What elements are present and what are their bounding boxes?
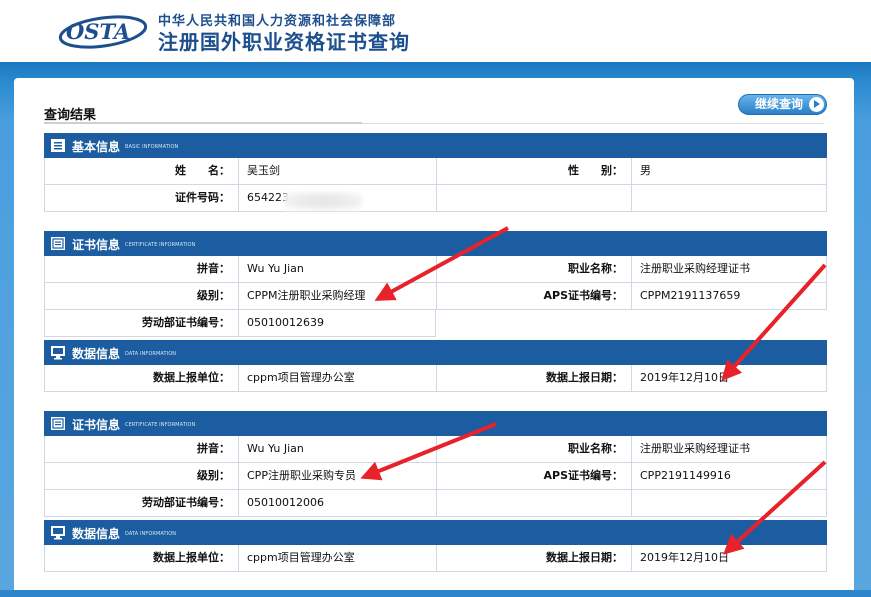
aps-value: CPP2191149916	[631, 463, 826, 489]
job-value: 注册职业采购经理证书	[631, 436, 826, 462]
certificate-info-header: 证书信息 CERTIFICATE INFORMATION	[44, 411, 827, 436]
level-value: CPP注册职业采购专员	[238, 463, 436, 489]
cert2-row-level: 级别： CPP注册职业采购专员 APS证书编号： CPP2191149916	[44, 463, 827, 490]
name-label: 姓 名：	[175, 164, 230, 177]
pinyin-value: Wu Yu Jian	[238, 436, 436, 462]
gender-value: 男	[631, 158, 826, 184]
date-value: 2019年12月10日	[631, 545, 826, 571]
empty-cell	[436, 185, 631, 211]
cert2-row-pinyin: 拼音： Wu Yu Jian 职业名称： 注册职业采购经理证书	[44, 436, 827, 463]
cert1-row-data: 数据上报单位： cppm项目管理办公室 数据上报日期： 2019年12月10日	[44, 365, 827, 392]
continue-query-button[interactable]: 继续查询	[738, 94, 827, 115]
job-value: 注册职业采购经理证书	[631, 256, 826, 282]
section-title: 数据信息	[72, 347, 121, 361]
document-icon	[51, 139, 65, 152]
divider-accent	[44, 122, 362, 124]
section-title: 证书信息	[72, 418, 121, 432]
site-title: 注册国外职业资格证书查询	[158, 30, 410, 54]
name-value: 吴玉剑	[238, 158, 436, 184]
labor-label: 劳动部证书编号：	[142, 496, 230, 509]
bottom-bar	[0, 590, 871, 597]
unit-value: cppm项目管理办公室	[238, 365, 436, 391]
cert1-row-pinyin: 拼音： Wu Yu Jian 职业名称： 注册职业采购经理证书	[44, 256, 827, 283]
basic-row-name: 姓 名： 吴玉剑 性 别： 男	[44, 158, 827, 185]
aps-label: APS证书编号：	[436, 463, 631, 489]
result-title: 查询结果	[44, 108, 97, 123]
empty-cell	[436, 490, 631, 516]
data-info-header: 数据信息 DATA INFORMATION	[44, 340, 827, 365]
empty-cell	[631, 490, 826, 516]
level-label: 级别：	[197, 289, 230, 302]
date-label: 数据上报日期：	[436, 545, 631, 571]
cert2-row-labor: 劳动部证书编号： 05010012006	[44, 490, 827, 517]
section-title-en: BASIC INFORMATION	[125, 144, 179, 150]
cert2-row-data: 数据上报单位： cppm项目管理办公室 数据上报日期： 2019年12月10日	[44, 545, 827, 572]
basic-row-id: 证件号码： 654223	[44, 185, 827, 212]
pinyin-label: 拼音：	[197, 442, 230, 455]
job-label: 职业名称：	[436, 436, 631, 462]
section-title-en: CERTIFICATE INFORMATION	[125, 422, 196, 428]
data-info-header: 数据信息 DATA INFORMATION	[44, 520, 827, 545]
section-title: 数据信息	[72, 527, 121, 541]
level-label: 级别：	[197, 469, 230, 482]
date-value: 2019年12月10日	[631, 365, 826, 391]
aps-value: CPPM2191137659	[631, 283, 826, 309]
section-title-en: DATA INFORMATION	[125, 531, 177, 537]
continue-query-label: 继续查询	[755, 97, 804, 111]
certificate-info-header: 证书信息 CERTIFICATE INFORMATION	[44, 231, 827, 256]
certificate-icon	[51, 237, 65, 250]
site-header: OSTA 中华人民共和国人力资源和社会保障部 注册国外职业资格证书查询	[0, 0, 871, 62]
level-value: CPPM注册职业采购经理	[238, 283, 436, 309]
osta-logo: OSTA	[58, 15, 148, 49]
empty-cell	[631, 185, 826, 211]
section-title: 基本信息	[72, 140, 121, 154]
cert1-row-level: 级别： CPPM注册职业采购经理 APS证书编号： CPPM2191137659	[44, 283, 827, 310]
aps-label: APS证书编号：	[436, 283, 631, 309]
basic-info-header: 基本信息 BASIC INFORMATION	[44, 133, 827, 158]
svg-text:OSTA: OSTA	[66, 19, 130, 44]
job-label: 职业名称：	[436, 256, 631, 282]
labor-value: 05010012006	[238, 490, 436, 516]
redaction-blur	[284, 192, 362, 210]
certificate-icon	[51, 417, 65, 430]
unit-value: cppm项目管理办公室	[238, 545, 436, 571]
labor-label: 劳动部证书编号：	[142, 316, 230, 329]
cert1-row-labor: 劳动部证书编号： 05010012639	[44, 310, 436, 337]
section-title: 证书信息	[72, 238, 121, 252]
unit-label: 数据上报单位：	[153, 371, 230, 384]
id-label: 证件号码：	[175, 191, 230, 204]
monitor-icon	[51, 526, 65, 540]
section-title-en: CERTIFICATE INFORMATION	[125, 242, 196, 248]
date-label: 数据上报日期：	[436, 365, 631, 391]
section-title-en: DATA INFORMATION	[125, 351, 177, 357]
monitor-icon	[51, 346, 65, 360]
pinyin-value: Wu Yu Jian	[238, 256, 436, 282]
unit-label: 数据上报单位：	[153, 551, 230, 564]
labor-value: 05010012639	[238, 310, 435, 336]
gender-label: 性 别：	[436, 158, 631, 184]
play-arrow-icon	[809, 97, 824, 112]
pinyin-label: 拼音：	[197, 262, 230, 275]
